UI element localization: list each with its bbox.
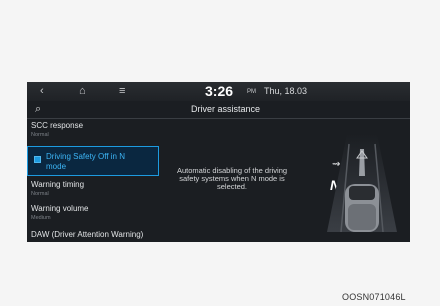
- car-illustration-icon: [327, 134, 397, 232]
- date-display: Thu, 18.03: [264, 86, 308, 96]
- title-bar: ⌕ Driver assistance: [27, 101, 410, 119]
- item-title: Driving Safety Off in N: [46, 152, 125, 161]
- item-title: DAW (Driver Attention Warning): [31, 230, 144, 239]
- list-item-warning-timing[interactable]: Warning timing Normal: [27, 178, 159, 202]
- item-value: Normal: [31, 132, 49, 138]
- item-title: Warning volume: [31, 204, 89, 213]
- menu-icon[interactable]: ≡: [119, 85, 125, 98]
- infotainment-screen: ‹ ⌂ ≡ 3:26 PM Thu, 18.03 ⌕ Driver assist…: [27, 82, 410, 242]
- search-icon[interactable]: ⌕: [35, 103, 41, 116]
- item-value: Medium: [31, 215, 51, 221]
- checkbox-driving-safety-off[interactable]: [34, 156, 41, 163]
- item-value: Normal: [31, 191, 49, 197]
- list-item-warning-volume[interactable]: Warning volume Medium: [27, 202, 159, 228]
- item-title: SCC response: [31, 121, 84, 130]
- item-title: Warning timing: [31, 180, 85, 189]
- feature-description: Automatic disabling of the driving safet…: [176, 166, 288, 191]
- status-bar: ‹ ⌂ ≡ 3:26 PM Thu, 18.03: [27, 82, 410, 101]
- clock-ampm: PM: [247, 89, 256, 95]
- settings-list: SCC response Normal Driving Safety Off i…: [27, 119, 159, 242]
- back-icon[interactable]: ‹: [40, 85, 44, 98]
- list-item-daw[interactable]: DAW (Driver Attention Warning): [27, 227, 159, 241]
- figure-code: OOSN071046L: [342, 292, 406, 302]
- home-icon[interactable]: ⌂: [79, 85, 86, 98]
- page-title: Driver assistance: [191, 104, 261, 114]
- list-item-scc-response[interactable]: SCC response Normal: [27, 119, 159, 145]
- clock-time: 3:26: [205, 83, 234, 99]
- list-item-driving-safety-off[interactable]: Driving Safety Off in N mode: [27, 146, 159, 176]
- item-title-line2: mode: [46, 162, 67, 171]
